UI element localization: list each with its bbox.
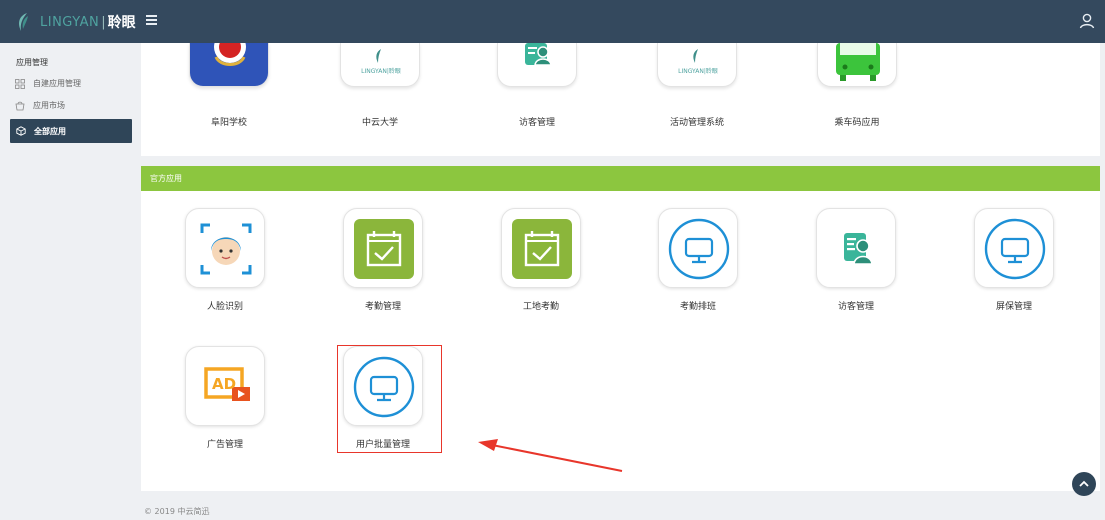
leaf-logo-icon bbox=[19, 13, 28, 31]
app-card-ad-management[interactable]: AD 广告管理 bbox=[179, 346, 271, 450]
app-card-face-recognition[interactable]: 人脸识别 bbox=[179, 208, 271, 312]
app-name: 访客管理 bbox=[837, 302, 874, 312]
lingyan-logo-icon bbox=[376, 49, 381, 63]
top-bar: LINGYAN | 聆眼 bbox=[0, 0, 1105, 43]
brand-separator: | bbox=[101, 14, 106, 30]
ad-badge-text: AD bbox=[212, 375, 236, 393]
grid-icon bbox=[15, 78, 25, 89]
app-tile bbox=[974, 208, 1054, 288]
monitor-icon bbox=[984, 218, 1046, 280]
app-card-site-attendance[interactable]: 工地考勤 bbox=[495, 208, 587, 312]
box-icon bbox=[16, 126, 26, 136]
app-name: 乘车码应用 bbox=[834, 118, 880, 128]
app-tile: LINGYAN|聆眼 bbox=[340, 43, 420, 87]
app-name: 阜阳学校 bbox=[210, 118, 247, 128]
footer-copyright: © 2019 中云简迅 bbox=[144, 507, 210, 516]
logo-text: LINGYAN|聆眼 bbox=[678, 68, 718, 75]
app-card-shift-scheduling[interactable]: 考勤排班 bbox=[652, 208, 744, 312]
brand-name-en: LINGYAN bbox=[40, 14, 100, 30]
monitor-icon bbox=[668, 218, 730, 280]
bus-icon bbox=[836, 43, 880, 81]
sidebar-heading: 应用管理 bbox=[16, 58, 48, 67]
app-name: 活动管理系统 bbox=[669, 118, 724, 128]
app-card-attendance[interactable]: 考勤管理 bbox=[337, 208, 429, 312]
app-card-visitor[interactable]: 访客管理 bbox=[810, 208, 902, 312]
sidebar-item-label: 全部应用 bbox=[34, 126, 66, 136]
app-name: 中云大学 bbox=[361, 118, 398, 128]
chevron-up-icon bbox=[1079, 480, 1089, 487]
app-name: 人脸识别 bbox=[206, 302, 243, 312]
highlight-box bbox=[337, 345, 442, 453]
app-name: 屏保管理 bbox=[995, 302, 1032, 312]
sidebar-item-app-market[interactable]: 应用市场 bbox=[15, 97, 132, 114]
app-name: 访客管理 bbox=[518, 118, 555, 128]
app-name: 考勤排班 bbox=[679, 302, 716, 312]
brand-name-cn: 聆眼 bbox=[107, 15, 136, 31]
app-tile: AD bbox=[185, 346, 265, 426]
visitor-icon bbox=[525, 43, 552, 66]
app-tile: LINGYAN|聆眼 bbox=[657, 43, 737, 87]
app-name: 工地考勤 bbox=[522, 302, 559, 312]
logo-text: LINGYAN|聆眼 bbox=[361, 68, 401, 75]
app-card-screensaver[interactable]: 屏保管理 bbox=[968, 208, 1060, 312]
scroll-to-top-button[interactable] bbox=[1072, 472, 1096, 496]
app-tile bbox=[343, 208, 423, 288]
user-icon[interactable] bbox=[1079, 12, 1095, 30]
calendar-check-icon bbox=[354, 219, 414, 279]
menu-icon[interactable] bbox=[146, 13, 160, 29]
app-tile bbox=[817, 43, 897, 87]
sidebar-item-custom-apps[interactable]: 自建应用管理 bbox=[15, 75, 132, 92]
app-tile bbox=[189, 43, 269, 87]
app-name: 考勤管理 bbox=[364, 302, 401, 312]
emblem-icon bbox=[190, 43, 268, 86]
app-tile bbox=[816, 208, 896, 288]
app-tile bbox=[185, 208, 265, 288]
brand-logo[interactable]: LINGYAN | 聆眼 bbox=[16, 10, 136, 34]
sidebar-item-label: 应用市场 bbox=[33, 101, 65, 110]
ad-icon: AD bbox=[204, 367, 250, 401]
visitor-icon bbox=[844, 233, 873, 265]
calendar-check-icon bbox=[512, 219, 572, 279]
sidebar: 应用管理 自建应用管理 应用市场 全部应用 bbox=[0, 43, 137, 520]
sidebar-item-all-apps[interactable]: 全部应用 bbox=[10, 119, 132, 143]
custom-apps-panel: 阜阳学校 LINGYAN|聆眼 中云大学 访客管理 LINGYAN|聆眼 活动管… bbox=[141, 43, 1100, 156]
sidebar-item-label: 自建应用管理 bbox=[33, 79, 81, 88]
app-name: 广告管理 bbox=[206, 440, 243, 450]
store-icon bbox=[15, 101, 25, 111]
annotation-arrow-icon bbox=[478, 439, 623, 472]
face-scan-icon bbox=[200, 223, 252, 275]
section-title: 官方应用 bbox=[141, 166, 1100, 191]
app-tile bbox=[497, 43, 577, 87]
app-tile bbox=[658, 208, 738, 288]
app-tile bbox=[501, 208, 581, 288]
lingyan-logo-icon bbox=[693, 49, 698, 63]
